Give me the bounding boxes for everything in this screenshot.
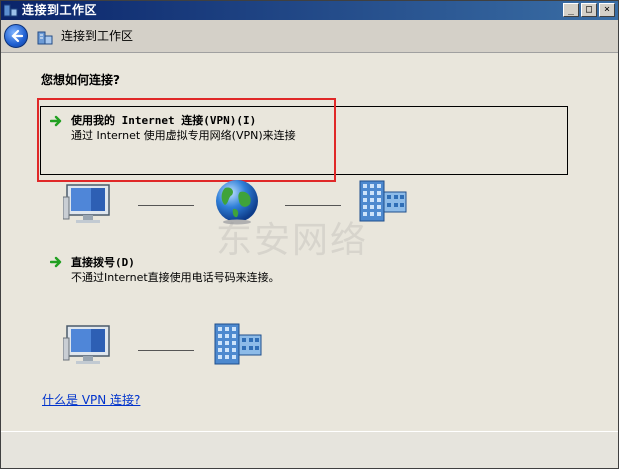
maximize-button[interactable]: □ <box>581 3 597 17</box>
workplace-small-icon <box>37 31 53 45</box>
network-app-icon <box>4 4 18 17</box>
dialup-option-description: 不通过Internet直接使用电话号码来连接。 <box>71 271 280 284</box>
window-title: 连接到工作区 <box>22 3 98 17</box>
connection-question: 您想如何连接? <box>41 73 120 87</box>
connector-line <box>138 205 194 206</box>
page-title: 连接到工作区 <box>61 29 134 43</box>
navigation-bar: 连接到工作区 <box>1 20 618 52</box>
building-icon <box>214 323 262 365</box>
dialup-option[interactable]: 直接拨号(D) 不通过Internet直接使用电话号码来连接。 <box>41 251 341 287</box>
minimize-button[interactable]: _ <box>563 3 579 17</box>
title-bar[interactable]: 连接到工作区 _ □ × <box>1 1 618 20</box>
footer-area <box>1 432 618 468</box>
window-controls: _ □ × <box>563 3 615 17</box>
connector-line <box>138 350 194 351</box>
connector-line <box>285 205 341 206</box>
vpn-help-link[interactable]: 什么是 VPN 连接? <box>42 391 140 408</box>
computer-icon <box>63 184 110 223</box>
vpn-option-title: 使用我的 Internet 连接(VPN)(I) <box>71 114 257 127</box>
vpn-option-description: 通过 Internet 使用虚拟专用网络(VPN)来连接 <box>71 129 296 142</box>
green-arrow-icon <box>50 115 62 127</box>
back-arrow-icon <box>11 29 23 43</box>
green-arrow-icon <box>50 256 62 268</box>
vpn-option[interactable]: 使用我的 Internet 连接(VPN)(I) 通过 Internet 使用虚… <box>40 106 568 175</box>
back-button[interactable] <box>4 24 28 48</box>
window: 连接到工作区 _ □ × 连接到工作区 您想如何连接? 使用我的 Interne… <box>0 0 619 469</box>
dialup-option-title: 直接拨号(D) <box>71 256 135 269</box>
computer-icon <box>63 325 110 364</box>
close-button[interactable]: × <box>599 3 615 17</box>
main-content: 您想如何连接? 使用我的 Internet 连接(VPN)(I) 通过 Inte… <box>1 52 618 432</box>
